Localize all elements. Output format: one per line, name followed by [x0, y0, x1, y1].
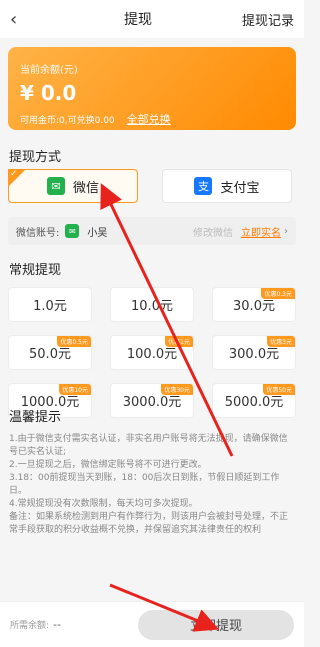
tips-content: 1.由于微信支付需实名认证，非实名用户账号将无法提现，请确保微信号已实名认证; …: [9, 433, 293, 537]
balance-amount: ¥ 0.0: [20, 81, 77, 105]
withdraw-records-link[interactable]: 提现记录: [242, 10, 294, 29]
verify-now-link[interactable]: 立即实名: [241, 224, 281, 239]
balance-card: 当前余额(元) ¥ 0.0 可用金币:0,可兑换0.00 全部兑换: [8, 47, 296, 130]
regular-section-title: 常规提现: [9, 263, 62, 278]
alipay-label: 支付宝: [220, 180, 260, 196]
balance-label: 当前余额(元): [20, 65, 78, 76]
discount-badge: 优惠3元: [267, 336, 295, 347]
tip-line: 4.常规提现没有次数限制，每天均可多次提现。: [9, 499, 198, 509]
tip-line: 备注：如果系统检测到用户有作弊行为，则该用户会被封号处理，不正常手段获取的积分收…: [9, 512, 289, 535]
amount-option[interactable]: 优惠1元 100.0元: [110, 335, 194, 370]
wechat-account-row: 微信账号: ✉ 小吴 修改微信 立即实名 ›: [8, 217, 296, 245]
amount-grid: 1.0元 10.0元 优惠0.3元 30.0元 优惠0.5元 50.0元 优惠1元 1…: [8, 287, 296, 418]
method-section-title: 提现方式: [9, 150, 62, 165]
withdraw-now-button[interactable]: 立即提现: [138, 609, 294, 640]
exchange-all-link[interactable]: 全部兑换: [127, 111, 171, 127]
amount-option[interactable]: 优惠3元 300.0元: [212, 335, 296, 370]
account-label: 微信账号:: [16, 227, 60, 239]
wechat-method-button[interactable]: ✓ ✉ 微信: [8, 169, 138, 203]
discount-badge: 优惠1元: [165, 336, 193, 347]
discount-badge: 优惠30元: [161, 384, 193, 395]
modify-wechat-link[interactable]: 修改微信: [193, 224, 233, 239]
tip-line: 3.18：00前提现当天到账，18：00后次日到账，节假日顺延到工作日。: [9, 473, 280, 496]
required-balance-value: --: [53, 618, 61, 631]
amount-option[interactable]: 10.0元: [110, 287, 194, 322]
amount-option[interactable]: 1.0元: [8, 287, 92, 322]
chevron-right-icon: ›: [284, 225, 288, 237]
tip-line: 2.一旦提现之后，微信绑定账号将不可进行更改。: [9, 460, 207, 470]
discount-badge: 优惠0.5元: [57, 336, 91, 347]
account-name: 小吴: [87, 227, 108, 239]
tips-title: 温馨提示: [9, 410, 62, 425]
bottom-bar: 所需余额: -- 立即提现: [0, 601, 304, 647]
amount-option[interactable]: 优惠0.5元 50.0元: [8, 335, 92, 370]
wechat-icon: ✉: [46, 177, 65, 195]
discount-badge: 优惠0.3元: [261, 288, 295, 299]
page-title: 提现: [123, 12, 152, 28]
alipay-method-button[interactable]: 支 支付宝: [162, 169, 292, 203]
check-icon: ✓: [10, 169, 18, 179]
discount-badge: 优惠10元: [59, 384, 91, 395]
amount-option[interactable]: 优惠0.3元 30.0元: [212, 287, 296, 322]
wechat-label: 微信: [72, 180, 99, 196]
tip-line: 1.由于微信支付需实名认证，非实名用户账号将无法提现，请确保微信号已实名认证;: [9, 434, 288, 457]
discount-badge: 优惠50元: [263, 384, 295, 395]
wechat-small-icon: ✉: [65, 224, 80, 238]
top-bar: ‹ 提现 提现记录: [0, 0, 304, 38]
alipay-icon: 支: [194, 177, 213, 195]
back-icon[interactable]: ‹: [10, 9, 34, 30]
required-balance-label: 所需余额:: [10, 621, 50, 631]
amount-option[interactable]: 优惠50元 5000.0元: [212, 383, 296, 418]
amount-option[interactable]: 优惠30元 3000.0元: [110, 383, 194, 418]
available-coins-text: 可用金币:0,可兑换0.00: [20, 116, 115, 126]
